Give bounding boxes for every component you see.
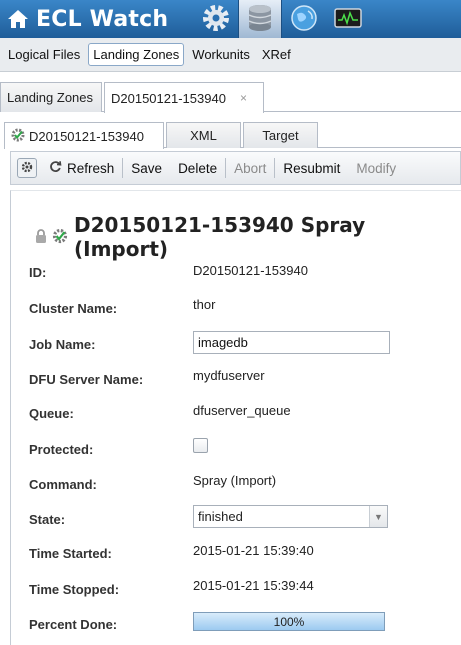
abort-button[interactable]: Abort bbox=[226, 152, 274, 184]
gear-icon bbox=[201, 3, 231, 36]
state-label: State: bbox=[29, 512, 66, 527]
app-title: ECL Watch bbox=[36, 6, 169, 32]
time-stopped-value: 2015-01-21 15:39:44 bbox=[193, 578, 314, 593]
command-label: Command: bbox=[29, 477, 97, 492]
percent-done-progress-bar: 100% bbox=[193, 612, 385, 631]
tab-label: Target bbox=[262, 128, 299, 143]
tab-label: D20150121-153940 bbox=[111, 90, 226, 106]
globe-icon bbox=[289, 3, 319, 36]
nav-workunits[interactable]: Workunits bbox=[188, 44, 254, 65]
queue-label: Queue: bbox=[29, 406, 74, 421]
tab-target[interactable]: Target bbox=[243, 122, 318, 148]
refresh-label: Refresh bbox=[67, 160, 115, 176]
app-banner: ECL Watch bbox=[0, 0, 461, 38]
monitor-icon bbox=[333, 6, 363, 33]
modify-button[interactable]: Modify bbox=[348, 152, 404, 184]
tab-xml[interactable]: XML bbox=[166, 122, 241, 148]
options-button[interactable] bbox=[17, 158, 37, 178]
cluster-name-label: Cluster Name: bbox=[29, 301, 118, 316]
tab-summary[interactable]: D20150121-153940 bbox=[4, 122, 164, 149]
tab-label: D20150121-153940 bbox=[29, 128, 144, 144]
chevron-down-icon[interactable]: ▼ bbox=[369, 506, 387, 527]
dfu-server-name-label: DFU Server Name: bbox=[29, 372, 144, 387]
database-icon bbox=[246, 3, 274, 36]
gear-check-icon bbox=[52, 228, 68, 247]
protected-checkbox[interactable] bbox=[193, 438, 208, 453]
nav-landing-zones[interactable]: Landing Zones bbox=[88, 43, 185, 66]
refresh-button[interactable]: Refresh bbox=[41, 152, 122, 184]
protected-label: Protected: bbox=[29, 442, 94, 457]
nav-xref[interactable]: XRef bbox=[258, 44, 295, 65]
nav-logical-files[interactable]: Logical Files bbox=[4, 44, 84, 65]
globe-button[interactable] bbox=[282, 0, 326, 38]
time-stopped-label: Time Stopped: bbox=[29, 582, 120, 597]
state-select[interactable]: finished ▼ bbox=[193, 505, 388, 528]
home-icon bbox=[4, 5, 32, 33]
time-started-value: 2015-01-21 15:39:40 bbox=[193, 543, 314, 558]
percent-done-label: Percent Done: bbox=[29, 617, 118, 632]
cluster-name-value: thor bbox=[193, 297, 216, 312]
job-name-input[interactable] bbox=[193, 331, 390, 354]
gear-check-icon bbox=[11, 128, 25, 145]
queue-value: dfuserver_queue bbox=[193, 403, 291, 418]
command-value: Spray (Import) bbox=[193, 473, 277, 488]
job-name-label: Job Name: bbox=[29, 337, 96, 352]
toolbar: Refresh Save Delete Abort Resubmit Modif… bbox=[10, 151, 461, 185]
refresh-icon bbox=[49, 160, 62, 176]
monitor-button[interactable] bbox=[326, 0, 370, 38]
page-title-row: D20150121-153940 Spray (Import) bbox=[34, 213, 461, 261]
tab-label: Landing Zones bbox=[7, 90, 94, 105]
save-button[interactable]: Save bbox=[123, 152, 170, 184]
close-icon[interactable]: × bbox=[240, 91, 247, 105]
dfu-server-name-value: mydfuserver bbox=[193, 368, 265, 383]
resubmit-button[interactable]: Resubmit bbox=[275, 152, 348, 184]
percent-done-value: 100% bbox=[273, 614, 305, 629]
gear-icon bbox=[21, 161, 33, 176]
tab-label: XML bbox=[190, 128, 217, 143]
time-started-label: Time Started: bbox=[29, 546, 112, 561]
outer-tab-strip: Landing Zones D20150121-153940 × bbox=[0, 78, 461, 113]
inner-tab-strip: D20150121-153940 XML Target bbox=[4, 118, 461, 149]
app-logo[interactable]: ECL Watch bbox=[0, 0, 168, 38]
state-value: finished bbox=[198, 509, 243, 524]
topology-button[interactable] bbox=[194, 0, 238, 38]
id-label: ID: bbox=[29, 265, 47, 280]
lock-icon bbox=[34, 228, 48, 247]
dfu-button[interactable] bbox=[238, 0, 283, 38]
id-value: D20150121-153940 bbox=[193, 263, 308, 278]
main-nav: Logical Files Landing Zones Workunits XR… bbox=[0, 38, 461, 72]
page-title: D20150121-153940 Spray (Import) bbox=[74, 213, 366, 261]
delete-button[interactable]: Delete bbox=[170, 152, 225, 184]
tab-landing-zones[interactable]: Landing Zones bbox=[0, 82, 102, 112]
tab-workunit[interactable]: D20150121-153940 × bbox=[104, 82, 264, 113]
